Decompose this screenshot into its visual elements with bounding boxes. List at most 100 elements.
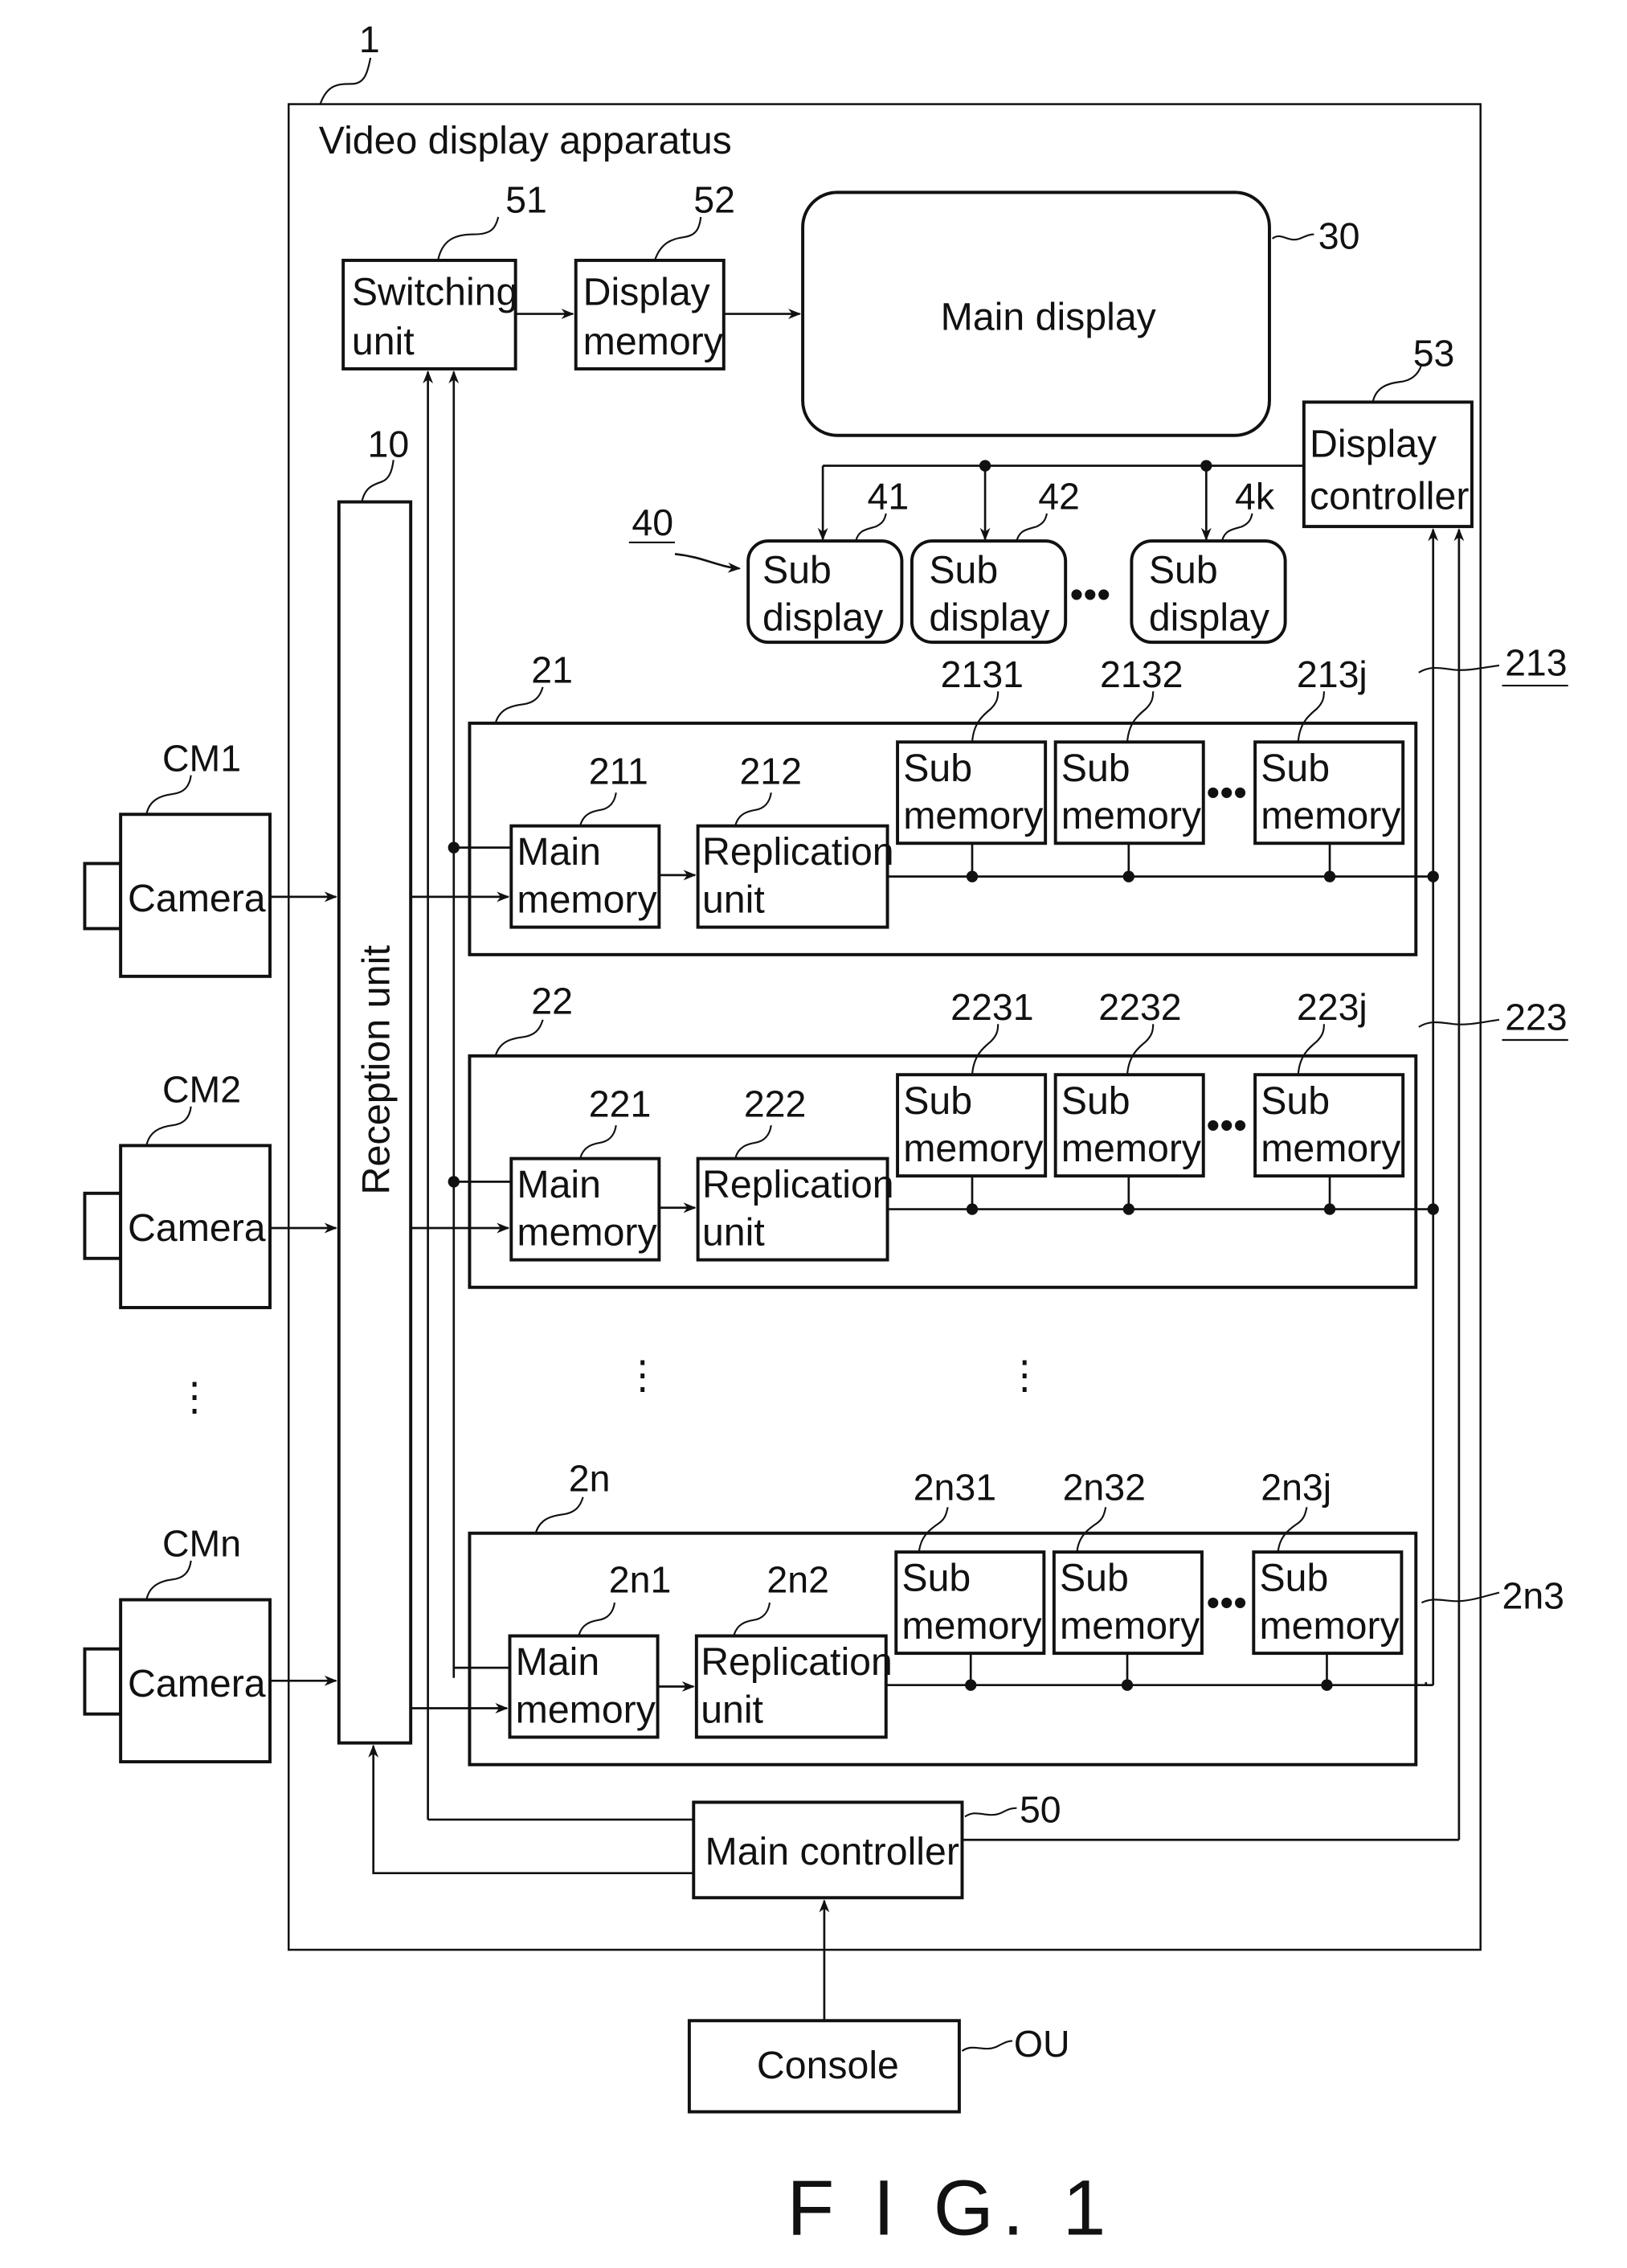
display-memory: Display memory 52 bbox=[574, 178, 735, 370]
svg-text:211: 211 bbox=[589, 750, 648, 792]
block-ellipsis-left: ⋮ bbox=[623, 1354, 662, 1398]
switching-unit: Switching unit 51 bbox=[341, 178, 547, 370]
svg-text:2232: 2232 bbox=[1098, 986, 1181, 1028]
console-ref: OU bbox=[1014, 2023, 1070, 2065]
svg-text:memory: memory bbox=[516, 1688, 656, 1731]
sub-display-group: 40 bbox=[628, 501, 742, 573]
svg-text:41: 41 bbox=[868, 475, 910, 517]
svg-text:Sub: Sub bbox=[903, 1079, 972, 1123]
svg-text:4k: 4k bbox=[1235, 475, 1275, 517]
svg-text:Sub: Sub bbox=[762, 548, 832, 592]
memory-block-21: 21 Main memory 211 Replication unit 212 … bbox=[411, 641, 1568, 956]
svg-text:Sub: Sub bbox=[1149, 548, 1218, 592]
svg-text:unit: unit bbox=[702, 878, 765, 921]
svg-text:2132: 2132 bbox=[1100, 653, 1183, 695]
svg-text:Sub: Sub bbox=[901, 1557, 971, 1600]
svg-text:Sub: Sub bbox=[1061, 747, 1130, 790]
main-controller-ref: 50 bbox=[1020, 1789, 1061, 1831]
memory-block-2n: 2n Main memory 2n1 Replication unit 2n2 … bbox=[411, 1457, 1565, 1767]
sub-display-k: Sub display 4k bbox=[1130, 475, 1287, 645]
sub-display-2: Sub display 42 bbox=[910, 475, 1080, 645]
svg-text:•••: ••• bbox=[1206, 771, 1247, 814]
svg-text:Sub: Sub bbox=[1061, 1079, 1130, 1123]
svg-text:•••: ••• bbox=[1206, 1103, 1247, 1147]
svg-text:2231: 2231 bbox=[950, 986, 1033, 1028]
svg-text:Replication: Replication bbox=[702, 1163, 894, 1206]
sub-display-ellipsis: ••• bbox=[1070, 573, 1111, 616]
svg-text:memory: memory bbox=[901, 1604, 1042, 1648]
camera-n: Camera CMn bbox=[83, 1522, 337, 1764]
svg-text:memory: memory bbox=[1061, 794, 1202, 837]
reception-unit-label: Reception unit bbox=[355, 944, 399, 1194]
svg-text:222: 222 bbox=[744, 1083, 807, 1124]
svg-text:212: 212 bbox=[739, 750, 802, 792]
svg-text:223j: 223j bbox=[1297, 986, 1367, 1028]
sub-display-1: Sub display 41 bbox=[746, 475, 910, 645]
camera-1-ref: CM1 bbox=[162, 737, 241, 779]
bus-ref-2n3: 2n3 bbox=[1502, 1574, 1565, 1616]
svg-text:memory: memory bbox=[1261, 794, 1401, 837]
svg-text:memory: memory bbox=[517, 878, 657, 921]
svg-text:2n31: 2n31 bbox=[914, 1466, 996, 1508]
svg-text:display: display bbox=[929, 596, 1050, 640]
svg-text:memory: memory bbox=[517, 1210, 657, 1254]
svg-text:memory: memory bbox=[1061, 1127, 1202, 1170]
svg-text:Camera: Camera bbox=[128, 1662, 266, 1705]
svg-text:Display: Display bbox=[583, 271, 711, 314]
camera-vertical-ellipsis: ⋮ bbox=[175, 1376, 214, 1419]
svg-text:Switching: Switching bbox=[352, 271, 517, 314]
svg-text:display: display bbox=[1149, 596, 1270, 640]
main-controller-label: Main controller bbox=[705, 1830, 959, 1873]
svg-text:Main: Main bbox=[517, 830, 601, 874]
svg-text:unit: unit bbox=[352, 320, 415, 363]
block-ellipsis-right: ⋮ bbox=[1005, 1354, 1044, 1398]
svg-text:42: 42 bbox=[1038, 475, 1080, 517]
svg-text:213j: 213j bbox=[1297, 653, 1367, 695]
svg-text:Sub: Sub bbox=[1259, 1557, 1328, 1600]
reception-unit: Reception unit 10 bbox=[337, 424, 413, 1745]
svg-text:22: 22 bbox=[531, 980, 573, 1021]
svg-text:Sub: Sub bbox=[1261, 747, 1330, 790]
main-display-label: Main display bbox=[941, 295, 1157, 338]
svg-text:2n2: 2n2 bbox=[766, 1558, 829, 1600]
switching-unit-ref: 51 bbox=[505, 178, 547, 220]
main-controller: Main controller 50 bbox=[692, 1789, 1061, 1900]
svg-text:memory: memory bbox=[583, 320, 724, 363]
svg-text:Camera: Camera bbox=[128, 877, 266, 920]
sub-display-group-ref: 40 bbox=[632, 501, 673, 543]
svg-text:Sub: Sub bbox=[929, 548, 998, 592]
display-controller-ref: 53 bbox=[1413, 332, 1455, 374]
svg-text:memory: memory bbox=[903, 794, 1044, 837]
svg-text:Main: Main bbox=[517, 1163, 601, 1206]
svg-text:Sub: Sub bbox=[903, 747, 972, 790]
svg-text:2n3j: 2n3j bbox=[1261, 1466, 1331, 1508]
apparatus-ref: 1 bbox=[359, 18, 380, 60]
svg-text:2n: 2n bbox=[569, 1457, 611, 1499]
svg-text:controller: controller bbox=[1310, 474, 1469, 518]
svg-text:memory: memory bbox=[903, 1127, 1044, 1170]
svg-text:unit: unit bbox=[702, 1210, 765, 1254]
console-label: Console bbox=[757, 2044, 899, 2087]
svg-text:memory: memory bbox=[1259, 1604, 1400, 1648]
svg-text:display: display bbox=[762, 596, 884, 640]
svg-text:memory: memory bbox=[1060, 1604, 1200, 1648]
console: Console OU bbox=[687, 2019, 1070, 2114]
camera-n-ref: CMn bbox=[162, 1522, 241, 1564]
camera-2-ref: CM2 bbox=[162, 1068, 241, 1110]
svg-text:Replication: Replication bbox=[701, 1640, 893, 1684]
main-display: Main display 30 bbox=[801, 190, 1359, 437]
apparatus-title: Video display apparatus bbox=[319, 119, 732, 162]
bus-ref-213: 213 bbox=[1505, 641, 1568, 683]
svg-text:2n32: 2n32 bbox=[1063, 1466, 1146, 1508]
display-controller: Display controller 53 bbox=[1302, 332, 1474, 529]
svg-text:Camera: Camera bbox=[128, 1206, 266, 1250]
svg-text:21: 21 bbox=[531, 649, 573, 690]
svg-text:Replication: Replication bbox=[702, 830, 894, 874]
memory-block-22: 22 Main memory 221 Replication unit 222 … bbox=[411, 980, 1568, 1289]
figure-caption: F I G. 1 bbox=[787, 2164, 1114, 2251]
display-memory-ref: 52 bbox=[693, 178, 735, 220]
patent-figure: 1 Video display apparatus Switching unit… bbox=[83, 18, 1568, 2252]
svg-text:2n1: 2n1 bbox=[609, 1558, 672, 1600]
camera-1: Camera CM1 bbox=[83, 737, 337, 978]
svg-text:2131: 2131 bbox=[941, 653, 1024, 695]
